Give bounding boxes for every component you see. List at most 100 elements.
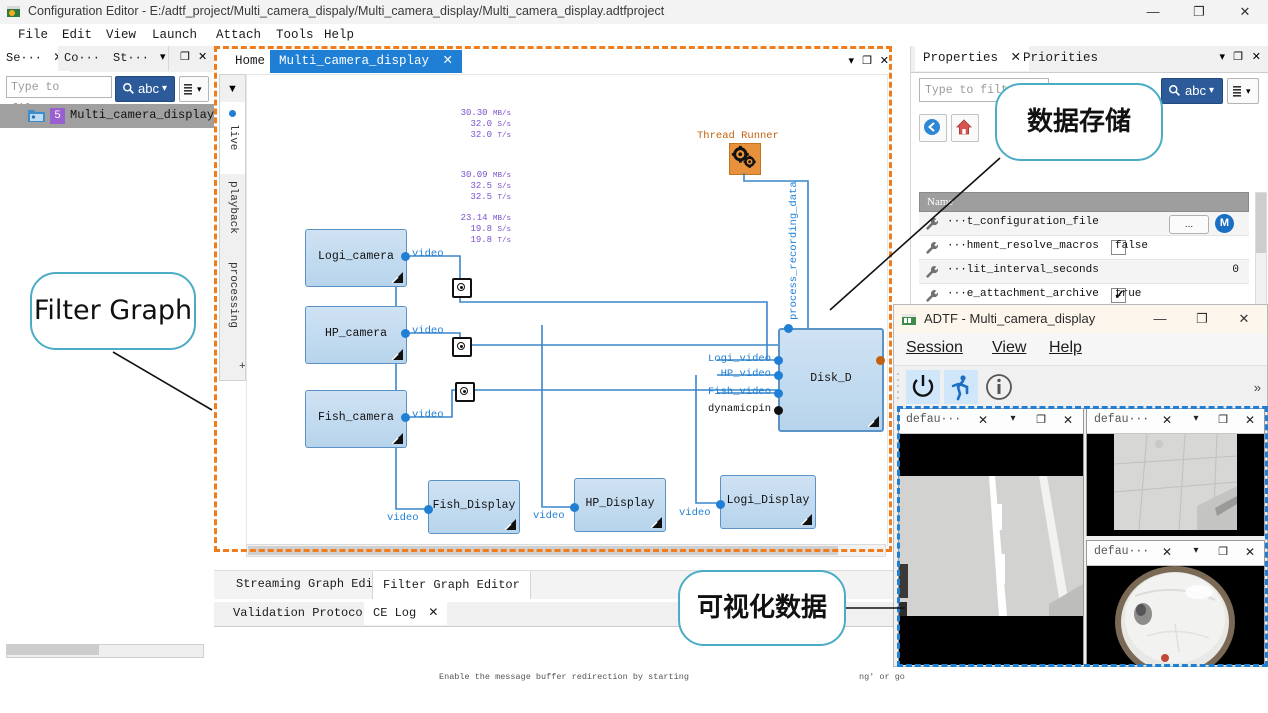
filter-graph-canvas[interactable]: Thread Runner bbox=[246, 74, 888, 546]
properties-vscroll-thumb[interactable] bbox=[1256, 193, 1266, 253]
properties-search-caret-icon[interactable]: ▾ bbox=[1209, 79, 1214, 103]
pin-hp-display-video[interactable] bbox=[570, 503, 579, 512]
tab-ce-log-close-icon[interactable]: ✕ bbox=[428, 606, 438, 620]
resize-handle-icon[interactable] bbox=[392, 349, 403, 360]
video-panel-2-close-tab-icon[interactable]: ✕ bbox=[1159, 413, 1175, 427]
tab-priorities[interactable]: Priorities bbox=[1015, 46, 1106, 71]
close-button[interactable]: ✕ bbox=[1222, 0, 1268, 24]
tab-ce-log[interactable]: CE Log ✕ bbox=[364, 602, 447, 625]
menu-tools[interactable]: Tools bbox=[272, 26, 318, 44]
graph-tab-add[interactable]: + bbox=[219, 352, 246, 381]
pin-disk-hp-video[interactable] bbox=[774, 371, 783, 380]
left-dock-close-button[interactable]: ✕ bbox=[198, 50, 207, 63]
menu-file[interactable]: File bbox=[14, 26, 52, 44]
menu-edit[interactable]: Edit bbox=[58, 26, 96, 44]
properties-search-abc-button[interactable]: abc ▾ bbox=[1161, 78, 1223, 104]
property-macro-button[interactable]: M bbox=[1215, 214, 1234, 233]
video-panel-3-restore-icon[interactable]: ❐ bbox=[1215, 545, 1231, 558]
video-panel-2[interactable]: defau··· ✕ ▾ ❐ ✕ bbox=[1086, 408, 1265, 536]
graph-tab-processing[interactable]: processing bbox=[219, 256, 246, 353]
tab-properties[interactable]: Properties ✕ bbox=[915, 46, 1029, 71]
table-row[interactable]: ···hment_resolve_macros false bbox=[919, 236, 1249, 260]
resize-handle-icon[interactable] bbox=[392, 433, 403, 444]
table-row[interactable]: ···lit_interval_seconds 0 bbox=[919, 260, 1249, 284]
pin-logi-display-video[interactable] bbox=[716, 500, 725, 509]
adtf-toolbar-overflow-icon[interactable]: » bbox=[1254, 380, 1261, 395]
menu-help[interactable]: Help bbox=[320, 26, 358, 44]
video-panel-1-close-tab-icon[interactable]: ✕ bbox=[975, 413, 991, 427]
graph-tab-live[interactable]: live bbox=[219, 102, 246, 175]
left-dock-menu-caret[interactable]: ▾ bbox=[160, 50, 166, 63]
properties-back-button[interactable] bbox=[919, 114, 947, 142]
video-panel-2-restore-icon[interactable]: ❐ bbox=[1215, 413, 1231, 426]
resize-handle-icon[interactable] bbox=[868, 416, 879, 427]
video-panel-3[interactable]: defau··· ✕ ▾ ❐ ✕ bbox=[1086, 540, 1265, 665]
pin-disk-control[interactable] bbox=[876, 356, 885, 365]
resize-handle-icon[interactable] bbox=[651, 517, 662, 528]
sample-stream-icon-hp[interactable] bbox=[452, 337, 472, 357]
left-dock-hscroll-thumb[interactable] bbox=[7, 645, 99, 655]
sample-stream-icon-fish[interactable] bbox=[455, 382, 475, 402]
resize-handle-icon[interactable] bbox=[801, 514, 812, 525]
adtf-close-button[interactable]: ✕ bbox=[1223, 305, 1265, 333]
video-panel-1-restore-icon[interactable]: ❐ bbox=[1033, 413, 1049, 426]
node-hp-display[interactable]: HP_Display bbox=[574, 478, 666, 532]
graph-tabstrip-arrow-icon[interactable]: ▼ bbox=[219, 74, 246, 104]
maximize-button[interactable]: ❐ bbox=[1176, 0, 1222, 24]
node-logi-camera[interactable]: Logi_camera bbox=[305, 229, 407, 287]
minimize-button[interactable]: — bbox=[1130, 0, 1176, 24]
video-panel-3-caret-icon[interactable]: ▾ bbox=[1188, 545, 1204, 556]
menu-launch[interactable]: Launch bbox=[148, 26, 201, 44]
resize-handle-icon[interactable] bbox=[392, 272, 403, 283]
properties-list-options-button[interactable]: ▾ bbox=[1227, 78, 1259, 104]
node-hp-camera[interactable]: HP_camera bbox=[305, 306, 407, 364]
graph-tab-playback[interactable]: playback bbox=[219, 174, 246, 257]
node-disk-d[interactable]: Disk_D bbox=[778, 328, 884, 432]
adtf-info-button[interactable] bbox=[982, 370, 1016, 404]
pin-disk-recording-data[interactable] bbox=[784, 324, 793, 333]
left-search-abc-button[interactable]: abc ▾ bbox=[115, 76, 175, 102]
node-fish-camera[interactable]: Fish_camera bbox=[305, 390, 407, 448]
adtf-minimize-button[interactable]: — bbox=[1139, 305, 1181, 333]
canvas-hscroll-thumb[interactable] bbox=[248, 546, 838, 555]
left-list-options-button[interactable]: ▾ bbox=[179, 76, 209, 102]
properties-home-button[interactable] bbox=[951, 114, 979, 142]
adtf-maximize-button[interactable]: ❐ bbox=[1181, 305, 1223, 333]
editor-tab-close-icon[interactable]: ✕ bbox=[443, 54, 453, 68]
left-dock-float-button[interactable]: ❐ bbox=[180, 50, 190, 63]
menu-view[interactable]: View bbox=[102, 26, 140, 44]
property-browse-button[interactable]: ... bbox=[1169, 215, 1209, 234]
editor-tabs-caret-icon[interactable]: ▾ bbox=[848, 54, 854, 67]
editor-tab-multi-camera-display[interactable]: Multi_camera_display ✕ bbox=[270, 50, 462, 73]
video-panel-2-caret-icon[interactable]: ▾ bbox=[1188, 413, 1204, 424]
adtf-menu-session[interactable]: Session bbox=[906, 339, 963, 357]
pin-fish-display-video[interactable] bbox=[424, 505, 433, 514]
tab-filter-graph-editor[interactable]: Filter Graph Editor bbox=[372, 571, 531, 599]
editor-close-button[interactable]: ✕ bbox=[880, 54, 889, 67]
adtf-run-button[interactable] bbox=[944, 370, 978, 404]
toolbar-grip-icon[interactable] bbox=[896, 370, 902, 404]
pin-logi-camera-video[interactable] bbox=[401, 252, 410, 261]
left-search-caret-icon[interactable]: ▾ bbox=[162, 77, 167, 101]
video-panel-2-close-icon[interactable]: ✕ bbox=[1242, 413, 1258, 427]
pin-disk-dynamicpin[interactable] bbox=[774, 406, 783, 415]
video-panel-1-close-icon[interactable]: ✕ bbox=[1060, 413, 1076, 427]
properties-float-button[interactable]: ❐ bbox=[1233, 50, 1243, 63]
tab-validation-protocol[interactable]: Validation Protocol bbox=[224, 602, 379, 625]
pin-disk-fish-video[interactable] bbox=[774, 389, 783, 398]
session-tree-item[interactable]: 5 Multi_camera_display bbox=[0, 104, 214, 128]
pin-hp-camera-video[interactable] bbox=[401, 329, 410, 338]
properties-caret-icon[interactable]: ▾ bbox=[1219, 50, 1225, 63]
node-fish-display[interactable]: Fish_Display bbox=[428, 480, 520, 534]
left-dock-hscrollbar[interactable] bbox=[6, 644, 204, 658]
pin-fish-camera-video[interactable] bbox=[401, 413, 410, 422]
menu-attach[interactable]: Attach bbox=[212, 26, 265, 44]
video-panel-1-caret-icon[interactable]: ▾ bbox=[1005, 413, 1021, 424]
pin-disk-logi-video[interactable] bbox=[774, 356, 783, 365]
video-panel-3-close-icon[interactable]: ✕ bbox=[1242, 545, 1258, 559]
sample-stream-icon-logi[interactable] bbox=[452, 278, 472, 298]
video-panel-1[interactable]: defau··· ✕ ▾ ❐ ✕ bbox=[898, 408, 1084, 665]
node-logi-display[interactable]: Logi_Display bbox=[720, 475, 816, 529]
table-row[interactable]: ···t_configuration_file ... M bbox=[919, 212, 1249, 236]
properties-close-button[interactable]: ✕ bbox=[1252, 50, 1261, 63]
